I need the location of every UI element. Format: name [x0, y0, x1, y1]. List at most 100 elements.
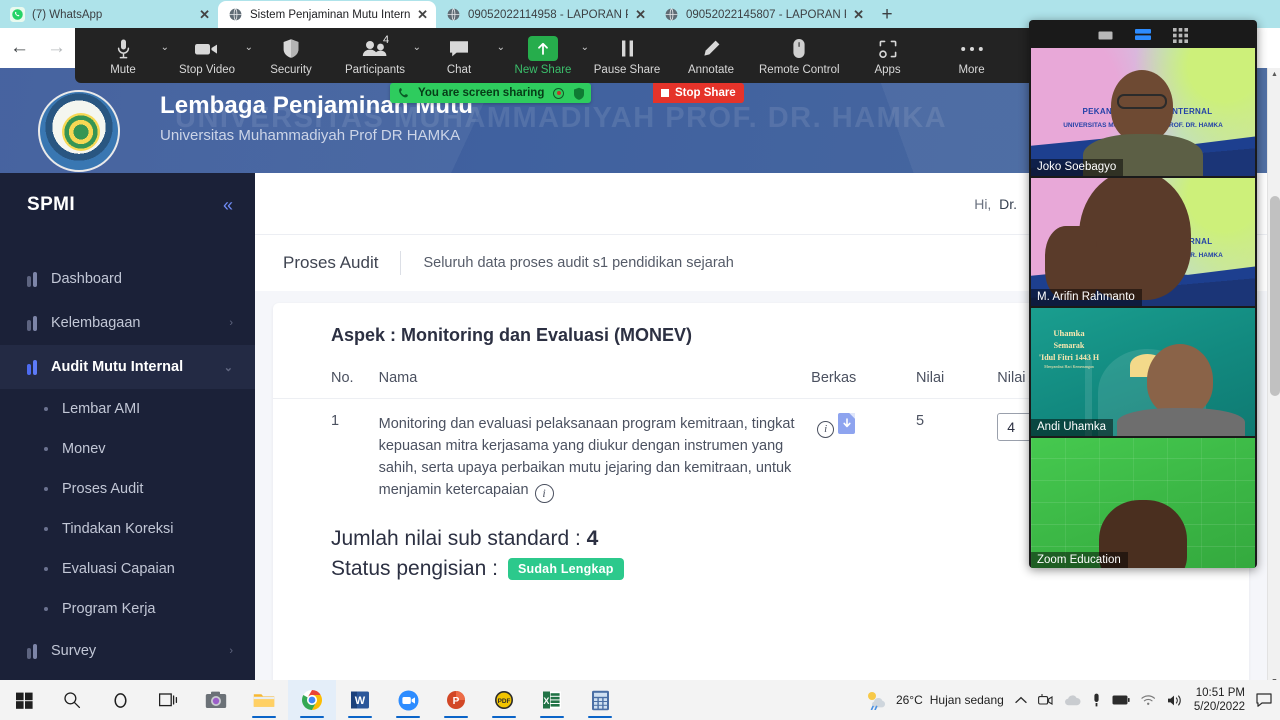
info-icon[interactable]: i	[534, 484, 554, 504]
volume-icon[interactable]	[1167, 694, 1183, 707]
info-icon[interactable]: i	[817, 420, 835, 438]
participants-count: 4	[383, 34, 390, 46]
sidebar-item-label: Dashboard	[51, 271, 122, 287]
zoom-stop-video-button[interactable]: Stop Video ⌄	[165, 28, 253, 83]
close-icon[interactable]: ✕	[853, 7, 864, 23]
cell-nama: Monitoring dan evaluasi pelaksanaan prog…	[378, 398, 812, 518]
sidebar-subitem-monev[interactable]: Monev	[0, 429, 255, 469]
sidebar-subitem-lembar-ami[interactable]: Lembar AMI	[0, 389, 255, 429]
close-icon[interactable]: ✕	[635, 7, 646, 23]
bars-icon	[27, 359, 37, 375]
stop-share-button[interactable]: Stop Share	[653, 83, 744, 103]
minimize-icon[interactable]	[1098, 30, 1113, 41]
participant-torso	[1117, 408, 1245, 436]
zoom-security-button[interactable]: Security	[249, 28, 333, 83]
sidebar-item-label: Kelembagaan	[51, 315, 141, 331]
cortana-icon[interactable]	[96, 680, 144, 720]
search-icon[interactable]	[48, 680, 96, 720]
sidebar-subitem-label: Proses Audit	[62, 481, 144, 497]
download-arrow-glyph	[843, 418, 851, 428]
zoom-apps-button[interactable]: Apps	[846, 28, 930, 83]
column-header-nilai: Nilai	[916, 370, 945, 386]
weather-widget[interactable]: 26°C Hujan sedang	[865, 690, 1004, 710]
zoom-tray-icon[interactable]	[1037, 693, 1053, 707]
sidebar-subitem-tindakan-koreksi[interactable]: Tindakan Koreksi	[0, 509, 255, 549]
greeting-prefix: Hi,	[974, 195, 992, 212]
double-chevron-left-icon[interactable]: «	[223, 196, 233, 214]
speaker-view-icon[interactable]	[1135, 29, 1151, 41]
chevron-up-icon[interactable]	[1015, 696, 1027, 704]
browser-tab-spmi[interactable]: Sistem Penjaminan Mutu Internal ✕	[218, 1, 436, 28]
notification-icon[interactable]	[1256, 693, 1272, 707]
video-tile-joko-soebagyo[interactable]: PEKAN AUDIT MUTU INTERNAL UNIVERSITAS MU…	[1031, 48, 1255, 176]
shield-green-icon[interactable]	[573, 87, 585, 100]
foxit-pdf-icon[interactable]: PDF	[480, 680, 528, 720]
zoom-more-label: More	[958, 63, 985, 76]
calculator-icon[interactable]	[576, 680, 624, 720]
sidebar-subitem-proses-audit[interactable]: Proses Audit	[0, 469, 255, 509]
video-tile-m-arifin-rahmanto[interactable]: PEKAN AUDIT MUTU INTERNAL UNIVERSITAS MU…	[1031, 178, 1255, 306]
scrollbar-thumb[interactable]	[1269, 196, 1280, 396]
participant-name: Andi Uhamka	[1031, 419, 1114, 436]
zoom-pause-share-label: Pause Share	[593, 63, 661, 76]
microphone-tray-icon[interactable]	[1092, 693, 1101, 707]
zoom-annotate-button[interactable]: Annotate	[669, 28, 753, 83]
zoom-new-share-button[interactable]: New Share ⌄	[501, 28, 589, 83]
jumlah-value: 4	[586, 527, 599, 551]
file-download-icon[interactable]	[838, 413, 856, 434]
back-icon[interactable]: ←	[10, 37, 29, 59]
video-tile-zoom-education[interactable]: Zoom Education	[1031, 438, 1255, 568]
bars-icon	[27, 643, 37, 659]
sidebar-item-dashboard[interactable]: Dashboard	[0, 257, 255, 301]
browser-tab-title: (7) WhatsApp	[32, 8, 103, 21]
task-view-icon[interactable]	[144, 680, 192, 720]
zoom-apps-label: Apps	[874, 63, 901, 76]
microphone-icon	[116, 36, 131, 62]
participant-name: Joko Soebagyo	[1031, 159, 1124, 176]
zoom-mute-button[interactable]: Mute ⌄	[81, 28, 169, 83]
file-explorer-icon[interactable]	[240, 680, 288, 720]
zoom-annotate-label: Annotate	[687, 63, 735, 76]
gallery-view-icon[interactable]	[1173, 27, 1188, 43]
greeting-name: Dr.	[999, 195, 1017, 212]
windows-start-icon[interactable]	[0, 680, 48, 720]
camera-icon[interactable]	[192, 680, 240, 720]
zoom-chat-button[interactable]: Chat ⌄	[417, 28, 505, 83]
zoom-icon[interactable]	[384, 680, 432, 720]
uhamka-logo	[38, 90, 120, 172]
sidebar-subitem-program-kerja[interactable]: Program Kerja	[0, 589, 255, 629]
scroll-up-arrow-icon[interactable]: ▲	[1268, 68, 1280, 81]
powerpoint-icon[interactable]: P	[432, 680, 480, 720]
zoom-remote-control-button[interactable]: Remote Control	[753, 28, 846, 83]
new-tab-button[interactable]: +	[872, 1, 902, 28]
video-tile-andi-uhamka[interactable]: Uhamka Semarak 'Idul Fitri 1443 H Menyam…	[1031, 308, 1255, 436]
sidebar-item-kelembagaan[interactable]: Kelembagaan ›	[0, 301, 255, 345]
sidebar-item-label: Survey	[51, 643, 97, 659]
zoom-chat-label: Chat	[446, 63, 472, 76]
page-scrollbar[interactable]: ▲ ▼	[1267, 68, 1280, 688]
battery-icon[interactable]	[1112, 695, 1130, 705]
onedrive-icon[interactable]	[1064, 694, 1081, 706]
close-icon[interactable]: ✕	[417, 7, 428, 23]
browser-tab-laporan-2[interactable]: 09052022145807 - LAPORAN PE ✕	[654, 1, 872, 28]
browser-tab-whatsapp[interactable]: (7) WhatsApp ✕	[0, 1, 218, 28]
close-icon[interactable]: ✕	[199, 7, 210, 23]
bullet-icon	[44, 567, 48, 571]
zoom-pause-share-button[interactable]: Pause Share	[585, 28, 669, 83]
excel-icon[interactable]: X	[528, 680, 576, 720]
zoom-more-button[interactable]: More	[930, 28, 1014, 83]
forward-icon[interactable]: →	[47, 37, 66, 59]
sidebar-subitem-evaluasi-capaian[interactable]: Evaluasi Capaian	[0, 549, 255, 589]
taskbar-clock[interactable]: 10:51 PM 5/20/2022	[1194, 686, 1245, 715]
browser-tab-laporan-1[interactable]: 09052022114958 - LAPORAN PE ✕	[436, 1, 654, 28]
sidebar-subitem-label: Evaluasi Capaian	[62, 561, 175, 577]
zoom-participants-button[interactable]: 4 Participants ⌄	[333, 28, 421, 83]
chrome-icon[interactable]	[288, 680, 336, 720]
sidebar-item-audit-mutu-internal[interactable]: Audit Mutu Internal ⌄	[0, 345, 255, 389]
mouse-icon	[792, 36, 806, 62]
sidebar-item-survey[interactable]: Survey ›	[0, 629, 255, 673]
word-icon[interactable]: W	[336, 680, 384, 720]
weather-temperature: 26°C	[895, 693, 923, 707]
wifi-icon[interactable]	[1141, 694, 1156, 706]
record-icon[interactable]	[553, 87, 565, 99]
